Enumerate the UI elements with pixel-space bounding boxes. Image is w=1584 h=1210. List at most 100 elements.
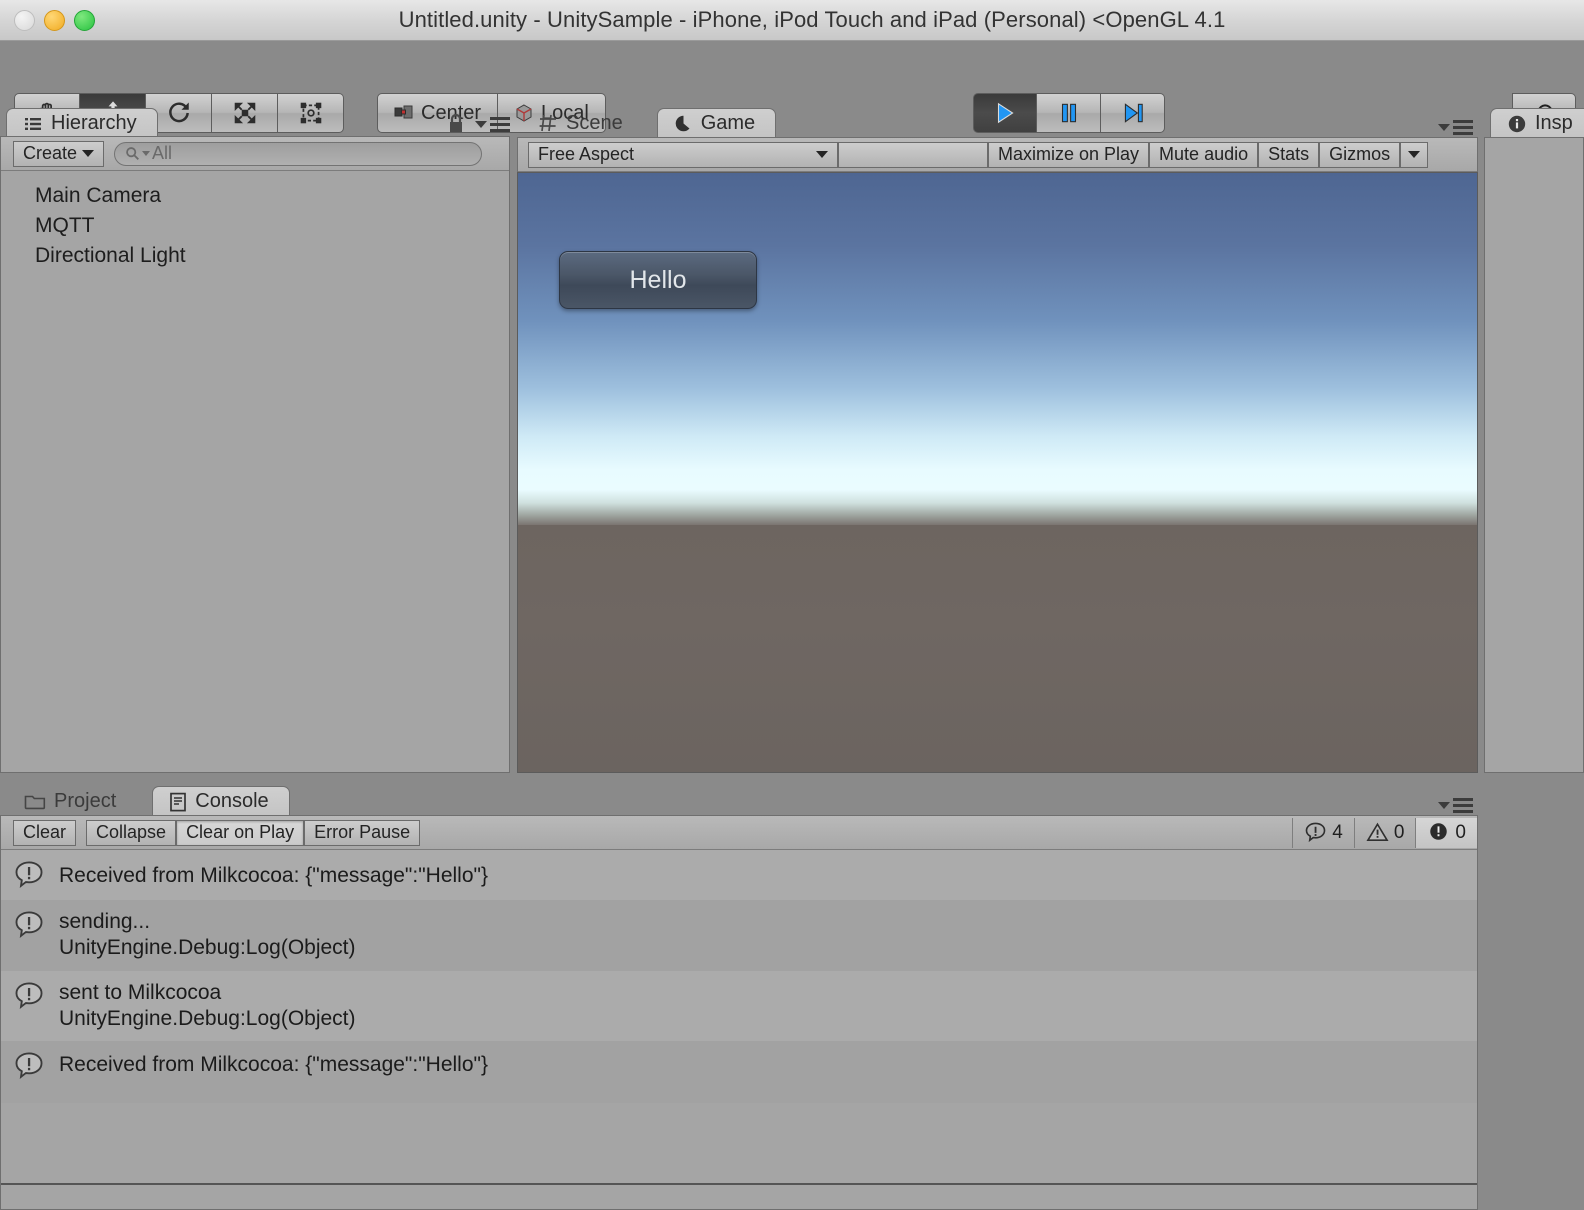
pause-icon (1061, 103, 1076, 123)
gizmos-toggle[interactable]: Gizmos (1319, 141, 1401, 168)
maximize-on-play-label: Maximize on Play (998, 144, 1140, 164)
scale-tool-button[interactable] (212, 93, 278, 133)
aspect-ratio-dropdown[interactable]: Free Aspect (528, 141, 838, 168)
game-hello-button[interactable]: Hello (559, 251, 757, 309)
console-tabstrip[interactable]: Project Console (8, 784, 290, 816)
maximize-on-play-toggle[interactable]: Maximize on Play (988, 141, 1150, 168)
hierarchy-item-mqtt[interactable]: MQTT (1, 211, 509, 241)
chevron-down-icon (1438, 124, 1450, 131)
clear-on-play-toggle[interactable]: Clear on Play (176, 819, 305, 846)
info-count: 4 (1332, 821, 1343, 843)
lock-icon[interactable] (446, 112, 466, 136)
gizmos-dropdown[interactable] (1400, 141, 1429, 168)
gameview-subbar: Free Aspect Maximize on Play Mute audio … (518, 138, 1477, 172)
project-tab-label: Project (54, 789, 117, 812)
scene-tab-label: Scene (566, 111, 623, 134)
aspect-ratio-label: Free Aspect (538, 144, 635, 164)
console-log-row[interactable]: Received from Milkcocoa: {"message":"Hel… (1, 850, 1477, 900)
window-titlebar: Untitled.unity - UnitySample - iPhone, i… (0, 0, 1584, 41)
hierarchy-panel-controls[interactable] (446, 112, 510, 136)
stats-toggle[interactable]: Stats (1258, 141, 1320, 168)
gameview-context-menu-button[interactable] (1438, 120, 1473, 135)
console-log-message: sending... (59, 910, 151, 933)
info-count-badge[interactable]: 4 (1293, 821, 1354, 844)
window-controls[interactable] (14, 10, 95, 31)
scale-slider[interactable] (838, 141, 988, 168)
console-log-row[interactable]: sent to Milkcocoa UnityEngine.Debug:Log(… (1, 970, 1477, 1041)
console-log-stack: UnityEngine.Debug:Log(Object) (59, 936, 356, 960)
tab-project[interactable]: Project (8, 786, 136, 816)
gamepad-icon (675, 115, 690, 132)
sky-gradient (518, 173, 1477, 503)
console-log-row[interactable]: sending... UnityEngine.Debug:Log(Object) (1, 900, 1477, 971)
hierarchy-list[interactable]: Main Camera MQTT Directional Light (1, 171, 509, 772)
info-icon (1508, 115, 1526, 132)
play-button[interactable] (973, 93, 1037, 133)
gameview-panel: Free Aspect Maximize on Play Mute audio … (517, 137, 1478, 773)
chevron-down-icon (475, 120, 487, 128)
error-circle-icon (1430, 823, 1448, 840)
error-count-badge[interactable]: 0 (1416, 817, 1477, 848)
hierarchy-subbar: Create All (1, 137, 509, 171)
chevron-down-icon (1438, 802, 1450, 809)
chevron-down-icon (816, 151, 828, 158)
console-log-message: Received from Milkcocoa: {"message":"Hel… (59, 1053, 488, 1076)
rect-tool-button[interactable] (278, 93, 344, 133)
console-log-row[interactable]: Received from Milkcocoa: {"message":"Hel… (1, 1041, 1477, 1103)
sceneview-tabstrip[interactable]: Scene Game (522, 106, 777, 138)
ground-plane (518, 525, 1477, 772)
create-button[interactable]: Create (13, 140, 105, 167)
collapse-label: Collapse (96, 822, 167, 842)
close-window-button[interactable] (14, 10, 35, 31)
warning-count-badge[interactable]: 0 (1355, 821, 1416, 844)
console-log-list[interactable]: Received from Milkcocoa: {"message":"Hel… (1, 850, 1477, 1183)
clear-button[interactable]: Clear (13, 819, 77, 846)
hierarchy-item-directional-light[interactable]: Directional Light (1, 241, 509, 271)
inspector-tabstrip[interactable]: Insp (1490, 106, 1584, 138)
minimize-window-button[interactable] (44, 10, 65, 31)
zoom-window-button[interactable] (74, 10, 95, 31)
hamburger-icon (1453, 120, 1473, 135)
stats-label: Stats (1268, 144, 1310, 164)
hamburger-icon (1453, 798, 1473, 813)
chevron-down-icon (1408, 151, 1421, 158)
info-bubble-icon (15, 861, 43, 888)
console-context-menu-button[interactable] (1438, 798, 1473, 813)
hierarchy-panel: Create All Main Camera MQTT Directional … (0, 136, 510, 773)
center-icon (394, 105, 413, 119)
tab-scene[interactable]: Scene (522, 108, 643, 138)
create-label: Create (23, 143, 78, 163)
hierarchy-tabstrip[interactable]: Hierarchy (6, 106, 158, 138)
hierarchy-item-main-camera[interactable]: Main Camera (1, 181, 509, 211)
tab-console[interactable]: Console (152, 786, 290, 816)
error-pause-toggle[interactable]: Error Pause (304, 819, 421, 846)
step-icon (1124, 103, 1143, 123)
search-placeholder: All (152, 143, 173, 163)
tab-hierarchy[interactable]: Hierarchy (6, 108, 158, 138)
hierarchy-tab-label: Hierarchy (51, 112, 137, 134)
inspector-panel (1484, 137, 1584, 773)
info-bubble-icon (1305, 822, 1326, 843)
warning-count: 0 (1393, 821, 1405, 843)
console-panel: Clear Collapse Clear on Play Error Pause (0, 815, 1478, 1210)
play-icon (997, 102, 1014, 124)
pause-button[interactable] (1037, 93, 1101, 133)
tab-game[interactable]: Game (656, 108, 777, 138)
console-tab-label: Console (195, 790, 269, 812)
console-counters: 4 0 0 (1292, 817, 1477, 848)
main-toolbar: Center Local (0, 41, 1584, 133)
playback-controls[interactable] (973, 93, 1165, 133)
warning-triangle-icon (1366, 822, 1389, 841)
hierarchy-context-menu-button[interactable] (475, 116, 510, 132)
game-render-area[interactable]: Hello (517, 172, 1478, 773)
hamburger-icon (490, 116, 510, 132)
mute-audio-toggle[interactable]: Mute audio (1149, 141, 1259, 168)
search-input[interactable]: All (114, 141, 483, 166)
tab-inspector[interactable]: Insp (1490, 108, 1584, 138)
info-bubble-icon (15, 911, 43, 938)
console-detail-pane (1, 1183, 1477, 1209)
collapse-toggle[interactable]: Collapse (86, 819, 177, 846)
step-button[interactable] (1101, 93, 1165, 133)
clear-label: Clear (23, 822, 67, 842)
info-bubble-icon (15, 982, 43, 1009)
